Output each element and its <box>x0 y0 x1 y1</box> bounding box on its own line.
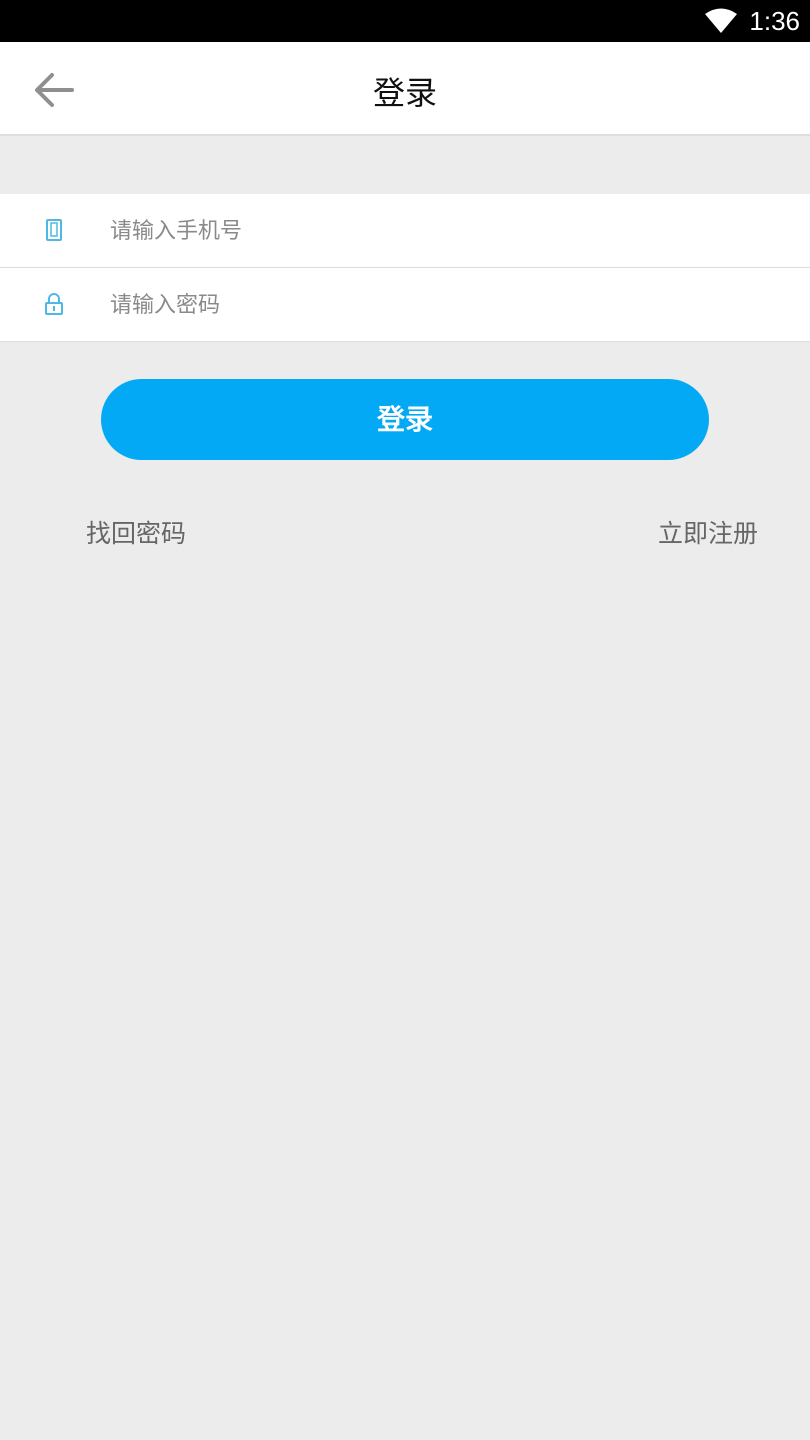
register-link[interactable]: 立即注册 <box>658 514 758 550</box>
phone-row <box>0 194 810 267</box>
forgot-password-link[interactable]: 找回密码 <box>86 514 186 550</box>
phone-icon <box>46 219 62 241</box>
lock-icon <box>45 293 63 315</box>
login-form <box>0 194 810 342</box>
password-input[interactable] <box>108 282 772 328</box>
status-bar: 1:36 <box>0 0 810 42</box>
app-bar: 登录 <box>0 42 810 136</box>
page-title: 登录 <box>372 74 437 112</box>
phone-input[interactable] <box>108 208 772 254</box>
wifi-icon <box>705 8 737 33</box>
login-button[interactable]: 登录 <box>101 379 709 460</box>
password-row <box>0 267 810 341</box>
status-time: 1:36 <box>749 6 800 36</box>
